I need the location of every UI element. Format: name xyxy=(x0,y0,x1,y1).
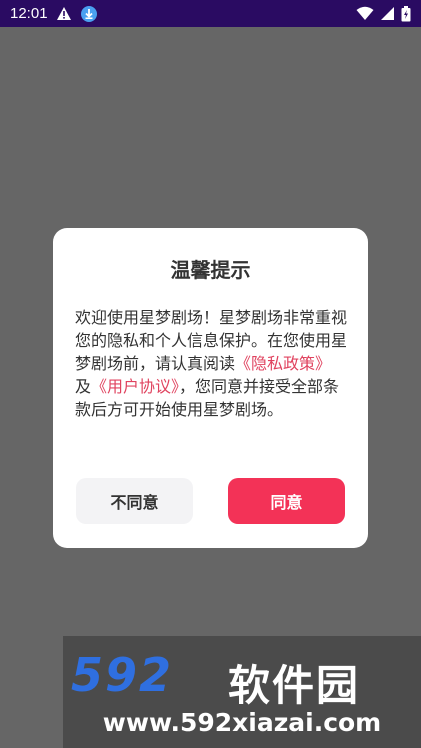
status-bar: 12:01 xyxy=(0,0,421,27)
agree-button[interactable]: 同意 xyxy=(228,478,345,524)
dialog-title: 温馨提示 xyxy=(170,258,251,282)
status-right xyxy=(356,5,411,22)
battery-icon xyxy=(401,5,411,22)
watermark-url: www.592xiazai.com xyxy=(102,708,382,737)
disagree-button[interactable]: 不同意 xyxy=(76,478,193,524)
watermark-logo-text: 软件园 xyxy=(228,661,361,710)
privacy-policy-link[interactable]: 《隐私政策》 xyxy=(235,354,331,373)
status-left: 12:01 xyxy=(10,5,98,23)
wifi-icon xyxy=(356,6,374,21)
user-agreement-link[interactable]: 《用户协议》 xyxy=(91,377,179,396)
dialog-message: 欢迎使用星梦剧场！星梦剧场非常重视您的隐私和个人信息保护。在您使用星梦剧场前，请… xyxy=(75,306,347,421)
download-icon xyxy=(80,5,98,23)
privacy-dialog: 温馨提示 欢迎使用星梦剧场！星梦剧场非常重视您的隐私和个人信息保护。在您使用星梦… xyxy=(53,228,368,548)
watermark-logo-number: 592 xyxy=(71,648,174,702)
message-and: 及 xyxy=(75,377,92,396)
warning-icon xyxy=(56,6,72,21)
status-time: 12:01 xyxy=(10,5,48,22)
watermark-overlay: 592 软件园 www.592xiazai.com xyxy=(63,636,421,748)
signal-icon xyxy=(380,6,395,21)
